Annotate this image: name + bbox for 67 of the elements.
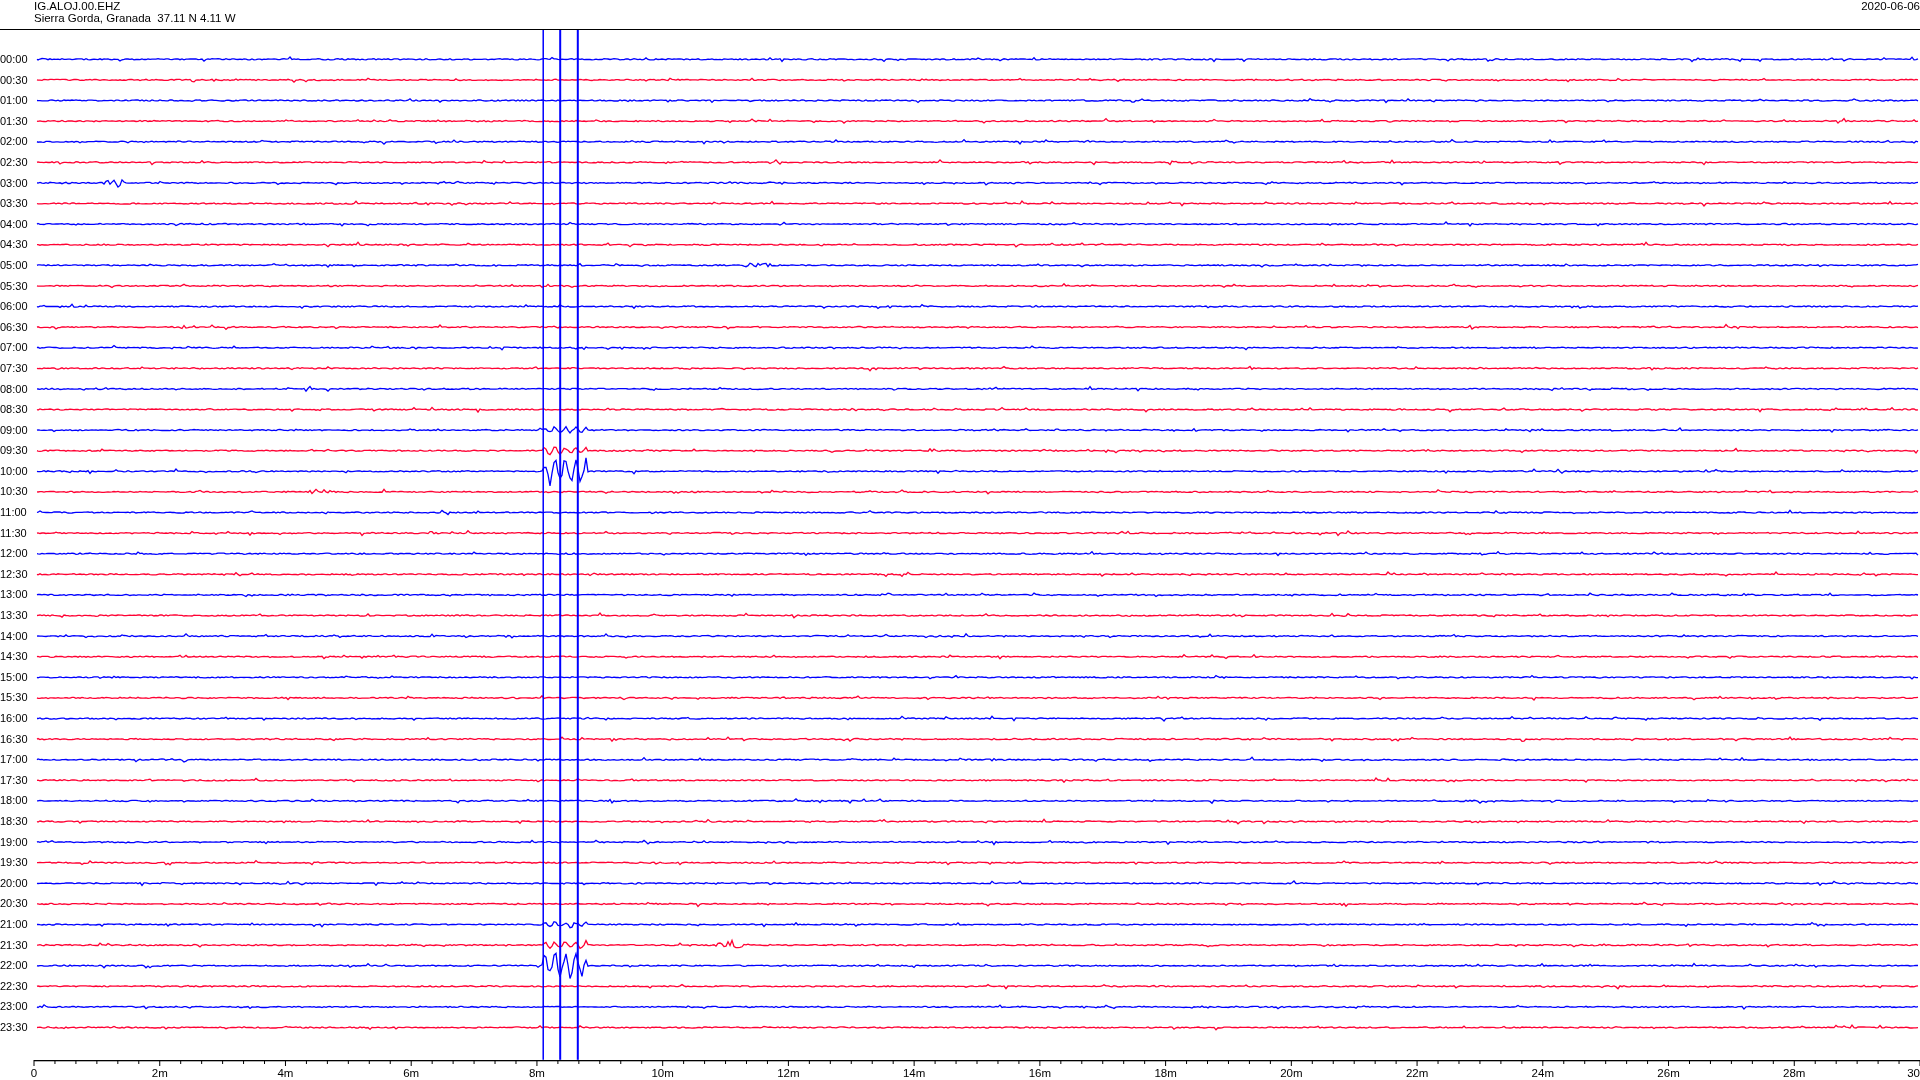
axis-label: 18m bbox=[1154, 1066, 1177, 1079]
time-label: 06:30 bbox=[0, 319, 29, 335]
time-label: 09:30 bbox=[0, 443, 29, 459]
time-label: 15:00 bbox=[0, 669, 29, 685]
time-label: 08:30 bbox=[0, 402, 29, 418]
time-label: 03:30 bbox=[0, 196, 29, 212]
time-label: 01:00 bbox=[0, 93, 29, 109]
time-label: 07:00 bbox=[0, 340, 29, 356]
time-label: 16:00 bbox=[0, 711, 29, 726]
axis-label: 8m bbox=[528, 1066, 545, 1079]
time-label: 23:30 bbox=[0, 1019, 29, 1035]
axis-label: 28m bbox=[1783, 1066, 1806, 1079]
axis-label: 26m bbox=[1657, 1066, 1680, 1079]
time-label: 18:00 bbox=[0, 793, 29, 809]
time-label: 22:00 bbox=[0, 958, 29, 974]
time-label: 12:30 bbox=[0, 566, 29, 582]
time-label: 17:00 bbox=[0, 752, 29, 768]
time-label: 03:00 bbox=[0, 175, 29, 191]
time-label: 02:00 bbox=[0, 134, 29, 150]
axis-label: 4m bbox=[277, 1066, 294, 1079]
station-location: Sierra Gorda, Granada 37.11 N 4.11 W bbox=[34, 12, 236, 24]
time-label: 16:30 bbox=[0, 731, 29, 747]
time-label: 08:00 bbox=[0, 381, 29, 397]
time-label: 09:00 bbox=[0, 422, 29, 438]
axis-label: 24m bbox=[1531, 1066, 1554, 1079]
axis-label: 20m bbox=[1280, 1066, 1303, 1079]
time-label: 19:30 bbox=[0, 855, 29, 871]
time-label: 13:30 bbox=[0, 608, 29, 624]
station-code: IG.ALOJ.00.EHZ bbox=[34, 0, 122, 12]
time-label: 13:00 bbox=[0, 587, 29, 603]
time-label: 02:30 bbox=[0, 154, 29, 170]
time-label: 20:30 bbox=[0, 896, 29, 912]
time-label: 11:30 bbox=[0, 525, 28, 541]
time-label: 01:30 bbox=[0, 113, 29, 129]
axis-label: 12m bbox=[777, 1066, 800, 1079]
time-label: 18:30 bbox=[0, 813, 29, 829]
time-label: 05:30 bbox=[0, 278, 29, 294]
axis-label: 16m bbox=[1028, 1066, 1052, 1079]
time-label: 11:00 bbox=[0, 505, 28, 521]
time-label: 04:00 bbox=[0, 216, 29, 232]
axis-label: 30 bbox=[1907, 1066, 1920, 1079]
time-label: 04:30 bbox=[0, 237, 29, 253]
time-label: 20:00 bbox=[0, 875, 29, 891]
axis-label: 6m bbox=[403, 1066, 420, 1079]
time-label: 19:00 bbox=[0, 834, 29, 850]
time-label: 15:30 bbox=[0, 690, 29, 706]
record-date: 2020-06-06 bbox=[1861, 0, 1920, 14]
time-label: 06:00 bbox=[0, 299, 29, 315]
time-label: 00:30 bbox=[0, 72, 29, 88]
axis-label: 14m bbox=[902, 1066, 926, 1079]
time-label: 21:30 bbox=[0, 937, 29, 953]
time-label: 21:00 bbox=[0, 916, 29, 932]
time-label: 22:30 bbox=[0, 978, 29, 994]
time-label: 05:00 bbox=[0, 257, 29, 273]
time-label: 23:00 bbox=[0, 999, 29, 1015]
time-label: 07:30 bbox=[0, 360, 29, 376]
time-label: 14:00 bbox=[0, 628, 29, 644]
axis-label: 2m bbox=[151, 1066, 168, 1079]
axis-label: 10m bbox=[651, 1066, 674, 1079]
time-label: 12:00 bbox=[0, 546, 29, 562]
axis-label: 22m bbox=[1405, 1066, 1429, 1079]
time-label: 10:00 bbox=[0, 463, 29, 479]
time-label: 00:00 bbox=[0, 52, 29, 67]
time-label: 10:30 bbox=[0, 484, 29, 500]
time-label: 14:30 bbox=[0, 649, 29, 665]
time-label: 17:30 bbox=[0, 772, 29, 788]
axis-label: 0 bbox=[30, 1066, 38, 1079]
